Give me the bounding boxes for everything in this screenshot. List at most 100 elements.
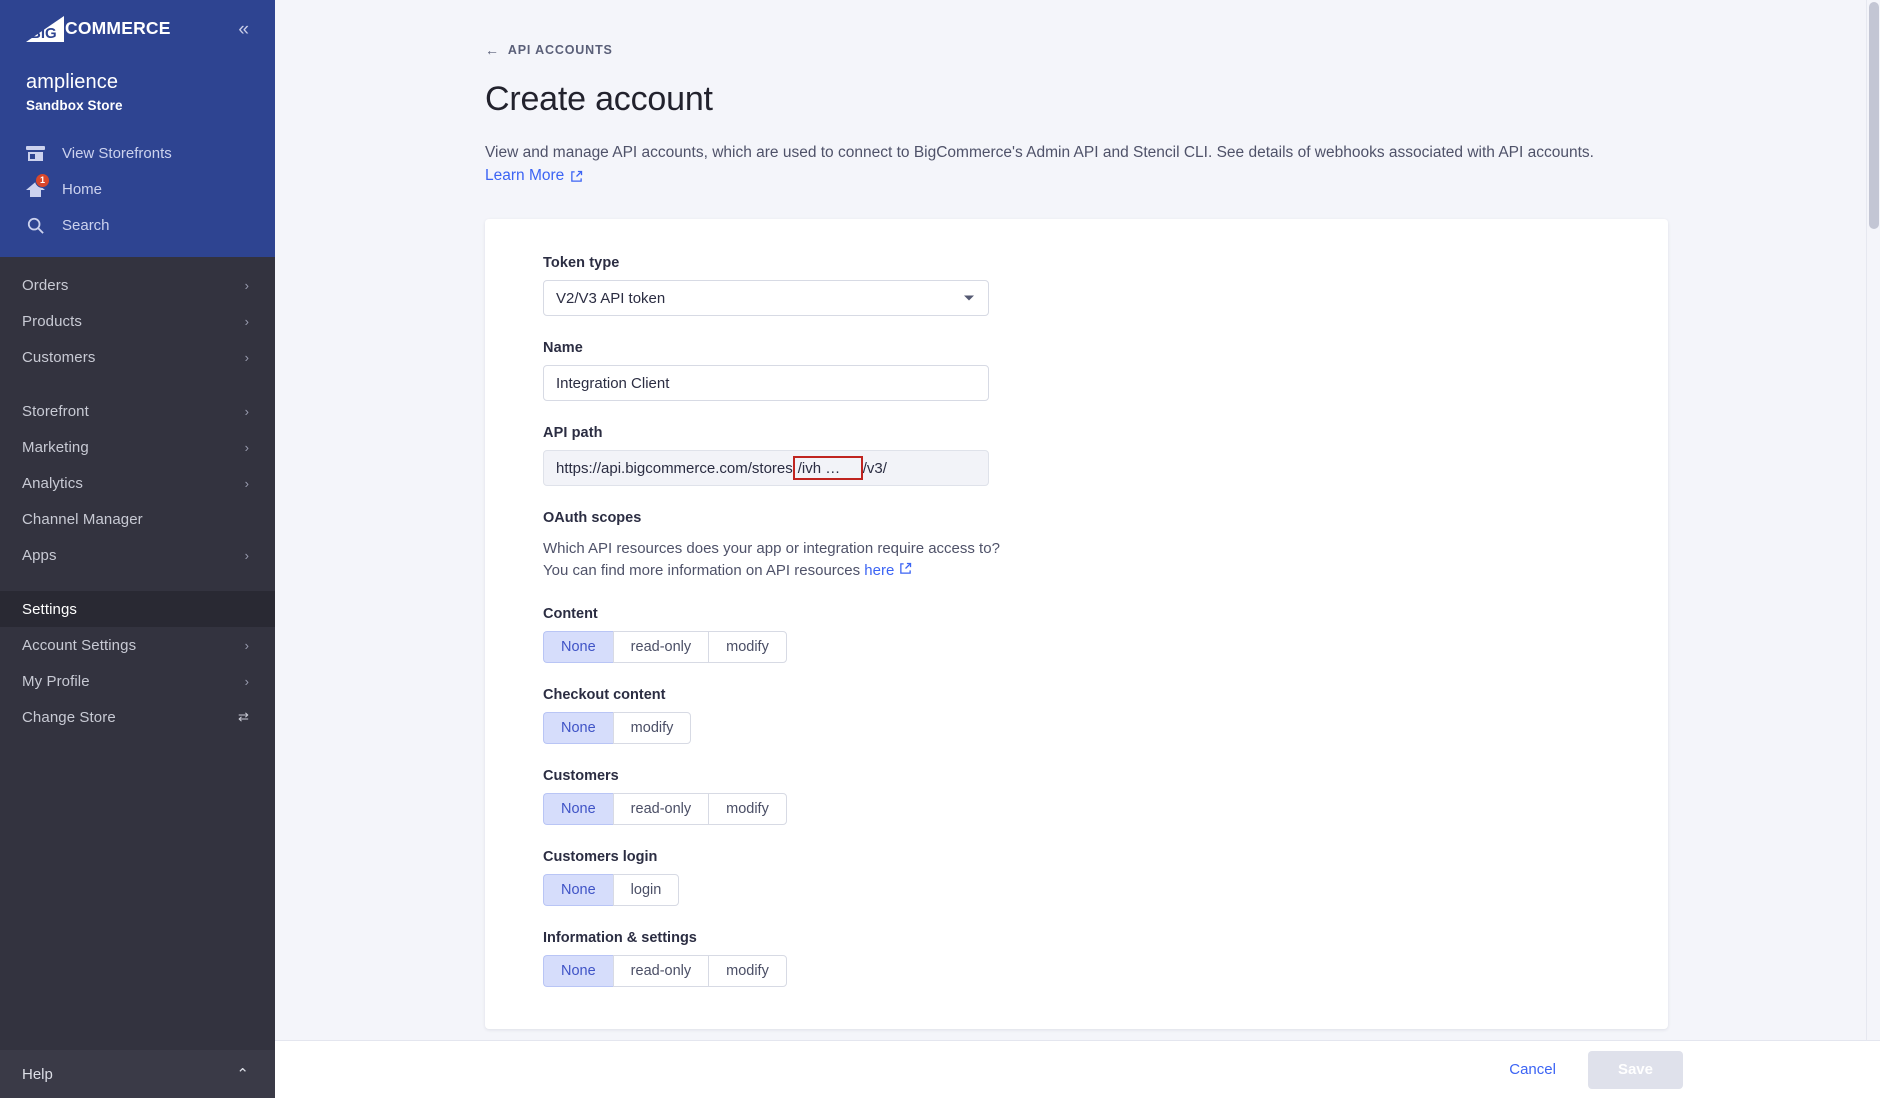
learn-more-link[interactable]: Learn More	[485, 167, 583, 185]
chevron-right-icon: ›	[244, 403, 249, 419]
sidebar-item-label: Account Settings	[22, 636, 137, 654]
cancel-button[interactable]: Cancel	[1503, 1053, 1562, 1086]
scope-label: Information & settings	[543, 930, 697, 947]
scope-label: Checkout content	[543, 687, 666, 704]
sidebar-item-orders[interactable]: Orders ›	[0, 267, 275, 303]
chevron-down-icon	[964, 295, 974, 301]
sidebar-item-search[interactable]: Search	[0, 207, 275, 243]
logo-wordmark: COMMERCE	[65, 18, 171, 39]
chevron-right-icon: ›	[244, 313, 249, 329]
scrollbar-thumb[interactable]	[1869, 2, 1879, 229]
help-toggle[interactable]: Help ⌃	[0, 1050, 275, 1098]
api-path-redaction-box: /ivh …	[792, 456, 863, 481]
store-name: amplience	[26, 71, 119, 93]
home-notification-badge: 1	[35, 173, 50, 188]
save-button[interactable]: Save	[1587, 1050, 1683, 1089]
sidebar-item-label: View Storefronts	[62, 144, 172, 162]
external-link-icon	[899, 560, 912, 574]
scope-option-login[interactable]: login	[612, 874, 680, 907]
sidebar-item-label: Channel Manager	[22, 510, 143, 528]
breadcrumb-label: API ACCOUNTS	[507, 43, 613, 57]
sidebar-item-marketing[interactable]: Marketing ›	[0, 429, 275, 465]
scope-option-read-only[interactable]: read-only	[612, 631, 709, 664]
main-content: ← API ACCOUNTS Create account View and m…	[275, 0, 1880, 1098]
token-type-label: Token type	[543, 255, 620, 272]
scope-option-modify[interactable]: modify	[708, 631, 787, 664]
chevron-right-icon: ›	[244, 277, 249, 293]
nav-divider	[0, 375, 275, 393]
scope-segmented-control: None read-only modify	[543, 793, 787, 826]
chevron-right-icon: ›	[244, 547, 249, 563]
nav-group-catalog: Orders › Products › Customers ›	[0, 267, 275, 375]
api-path-prefix: https://api.bigcommerce.com/stores	[556, 459, 793, 477]
store-plan: Sandbox Store	[26, 98, 123, 113]
sidebar-item-customers[interactable]: Customers ›	[0, 339, 275, 375]
scope-content: Content None read-only modify	[543, 606, 1668, 664]
scope-label: Content	[543, 606, 598, 623]
storefront-icon	[26, 143, 48, 163]
scope-option-none[interactable]: None	[543, 631, 613, 664]
scope-segmented-control: None modify	[543, 712, 692, 745]
oauth-scopes-section: OAuth scopes Which API resources does yo…	[543, 510, 1668, 582]
api-resources-link[interactable]: here	[864, 562, 894, 579]
create-account-card: Token type V2/V3 API token Name Integrat…	[485, 219, 1668, 1030]
field-token-type: Token type V2/V3 API token	[543, 255, 1668, 317]
chevron-right-icon: ›	[244, 475, 249, 491]
external-link-icon	[570, 170, 583, 183]
sidebar-item-storefront[interactable]: Storefront ›	[0, 393, 275, 429]
vertical-scrollbar[interactable]	[1866, 0, 1880, 1040]
scope-option-none[interactable]: None	[543, 874, 613, 907]
sidebar-item-home[interactable]: 1 Home	[0, 171, 275, 207]
help-label: Help	[22, 1065, 53, 1083]
sidebar-item-label: Home	[62, 180, 103, 198]
scroll-region: ← API ACCOUNTS Create account View and m…	[275, 0, 1880, 1040]
scope-option-modify[interactable]: modify	[708, 793, 787, 826]
app-root: BIG COMMERCE « amplience Sandbox Store V…	[0, 0, 1880, 1098]
scope-option-modify[interactable]: modify	[708, 955, 787, 988]
sidebar-quick-links: View Storefronts 1 Home Search	[0, 135, 275, 257]
name-input[interactable]: Integration Client	[543, 365, 989, 402]
sidebar-navigation: Orders › Products › Customers › Storefro…	[0, 257, 275, 1050]
sidebar: BIG COMMERCE « amplience Sandbox Store V…	[0, 0, 275, 1098]
bigcommerce-logo-icon: BIG	[26, 16, 64, 42]
bigcommerce-logo[interactable]: BIG COMMERCE	[26, 16, 171, 42]
breadcrumb[interactable]: ← API ACCOUNTS	[485, 43, 613, 57]
sidebar-header: BIG COMMERCE « amplience Sandbox Store V…	[0, 0, 275, 257]
scope-option-none[interactable]: None	[543, 793, 613, 826]
collapse-sidebar-icon[interactable]: «	[234, 18, 253, 41]
sidebar-item-account-settings[interactable]: Account Settings ›	[0, 627, 275, 663]
home-icon: 1	[26, 173, 50, 199]
page-content: ← API ACCOUNTS Create account View and m…	[275, 0, 1880, 1030]
oauth-help-line-2-text: You can find more information on API res…	[543, 562, 865, 580]
nav-divider	[0, 573, 275, 591]
scope-option-read-only[interactable]: read-only	[612, 793, 709, 826]
switch-store-icon: ⇄	[238, 709, 249, 724]
field-api-path: API path https://api.bigcommerce.com/sto…	[543, 425, 1668, 487]
nav-group-marketing: Storefront › Marketing › Analytics › Cha…	[0, 393, 275, 573]
sidebar-item-change-store[interactable]: Change Store ⇄	[0, 699, 275, 735]
sidebar-item-products[interactable]: Products ›	[0, 303, 275, 339]
api-path-label: API path	[543, 425, 603, 442]
sidebar-item-label: Apps	[22, 546, 57, 564]
scope-option-none[interactable]: None	[543, 712, 613, 745]
sidebar-item-settings[interactable]: Settings	[0, 591, 275, 627]
chevron-right-icon: ›	[244, 637, 249, 653]
scope-label: Customers	[543, 768, 619, 785]
sidebar-item-my-profile[interactable]: My Profile ›	[0, 663, 275, 699]
name-label: Name	[543, 340, 583, 357]
sidebar-item-label: Marketing	[22, 438, 89, 456]
sidebar-item-label: Orders	[22, 276, 69, 294]
scope-option-modify[interactable]: modify	[612, 712, 692, 745]
scope-segmented-control: None login	[543, 874, 680, 907]
sidebar-item-analytics[interactable]: Analytics ›	[0, 465, 275, 501]
token-type-select[interactable]: V2/V3 API token	[543, 280, 989, 317]
svg-text:BIG: BIG	[30, 25, 57, 42]
api-path-suffix: /v3/	[862, 459, 887, 477]
sidebar-item-channel-manager[interactable]: Channel Manager	[0, 501, 275, 537]
scope-option-none[interactable]: None	[543, 955, 613, 988]
sidebar-item-apps[interactable]: Apps ›	[0, 537, 275, 573]
search-icon	[26, 215, 48, 235]
sidebar-item-label: Products	[22, 312, 82, 330]
scope-option-read-only[interactable]: read-only	[612, 955, 709, 988]
sidebar-item-view-storefronts[interactable]: View Storefronts	[0, 135, 275, 171]
